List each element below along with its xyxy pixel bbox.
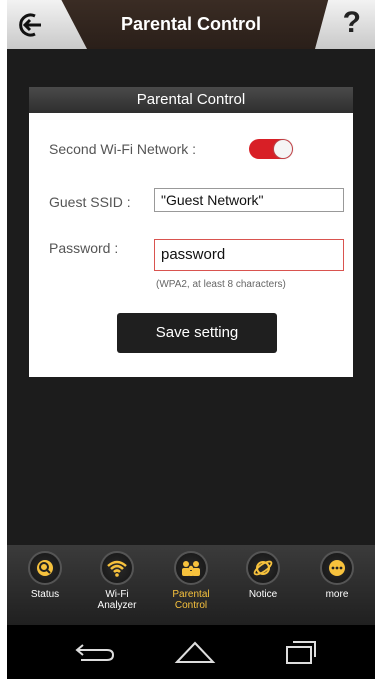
recent-apps-icon[interactable] bbox=[283, 639, 319, 665]
nav-item-wifi-analyzer[interactable]: Wi-Fi Analyzer bbox=[87, 551, 147, 611]
notice-icon bbox=[246, 551, 280, 585]
nav-item-notice[interactable]: Notice bbox=[233, 551, 293, 600]
app-header: Parental Control ? bbox=[7, 0, 375, 49]
parental-control-icon bbox=[174, 551, 208, 585]
nav-label-notice: Notice bbox=[248, 589, 278, 600]
ssid-label: Guest SSID : bbox=[49, 194, 131, 210]
password-input[interactable]: password bbox=[154, 239, 344, 271]
nav-label-status: Status bbox=[30, 589, 60, 600]
nav-item-more[interactable]: more bbox=[307, 551, 367, 600]
password-label: Password : bbox=[49, 240, 119, 256]
password-hint: (WPA2, at least 8 characters) bbox=[156, 279, 286, 290]
nav-item-status[interactable]: Status bbox=[15, 551, 75, 600]
status-icon bbox=[28, 551, 62, 585]
bottom-nav: Status Wi-Fi Analyzer Parental Control N… bbox=[7, 545, 375, 625]
toggle-knob bbox=[274, 140, 292, 158]
second-wifi-label: Second Wi-Fi Network : bbox=[49, 141, 197, 157]
nav-label-more: more bbox=[325, 589, 349, 600]
help-icon: ? bbox=[342, 6, 361, 39]
wifi-analyzer-icon bbox=[100, 551, 134, 585]
app-screen: Parental Control ? Parental Control Seco… bbox=[7, 0, 375, 679]
system-nav-bar bbox=[7, 625, 375, 679]
save-setting-button[interactable]: Save setting bbox=[117, 313, 277, 353]
more-icon bbox=[320, 551, 354, 585]
nav-label-wifi-analyzer: Wi-Fi Analyzer bbox=[97, 589, 137, 611]
back-icon[interactable] bbox=[73, 639, 119, 663]
home-icon[interactable] bbox=[173, 639, 217, 665]
ssid-input[interactable]: "Guest Network" bbox=[154, 188, 344, 212]
nav-item-parental-control[interactable]: Parental Control bbox=[161, 551, 221, 611]
nav-label-parental-control: Parental Control bbox=[172, 589, 210, 611]
parental-control-panel: Second Wi-Fi Network : Guest SSID : "Gue… bbox=[29, 113, 353, 377]
panel-title: Parental Control bbox=[29, 87, 353, 113]
help-button[interactable]: ? bbox=[315, 0, 375, 49]
second-wifi-toggle[interactable] bbox=[249, 139, 293, 159]
